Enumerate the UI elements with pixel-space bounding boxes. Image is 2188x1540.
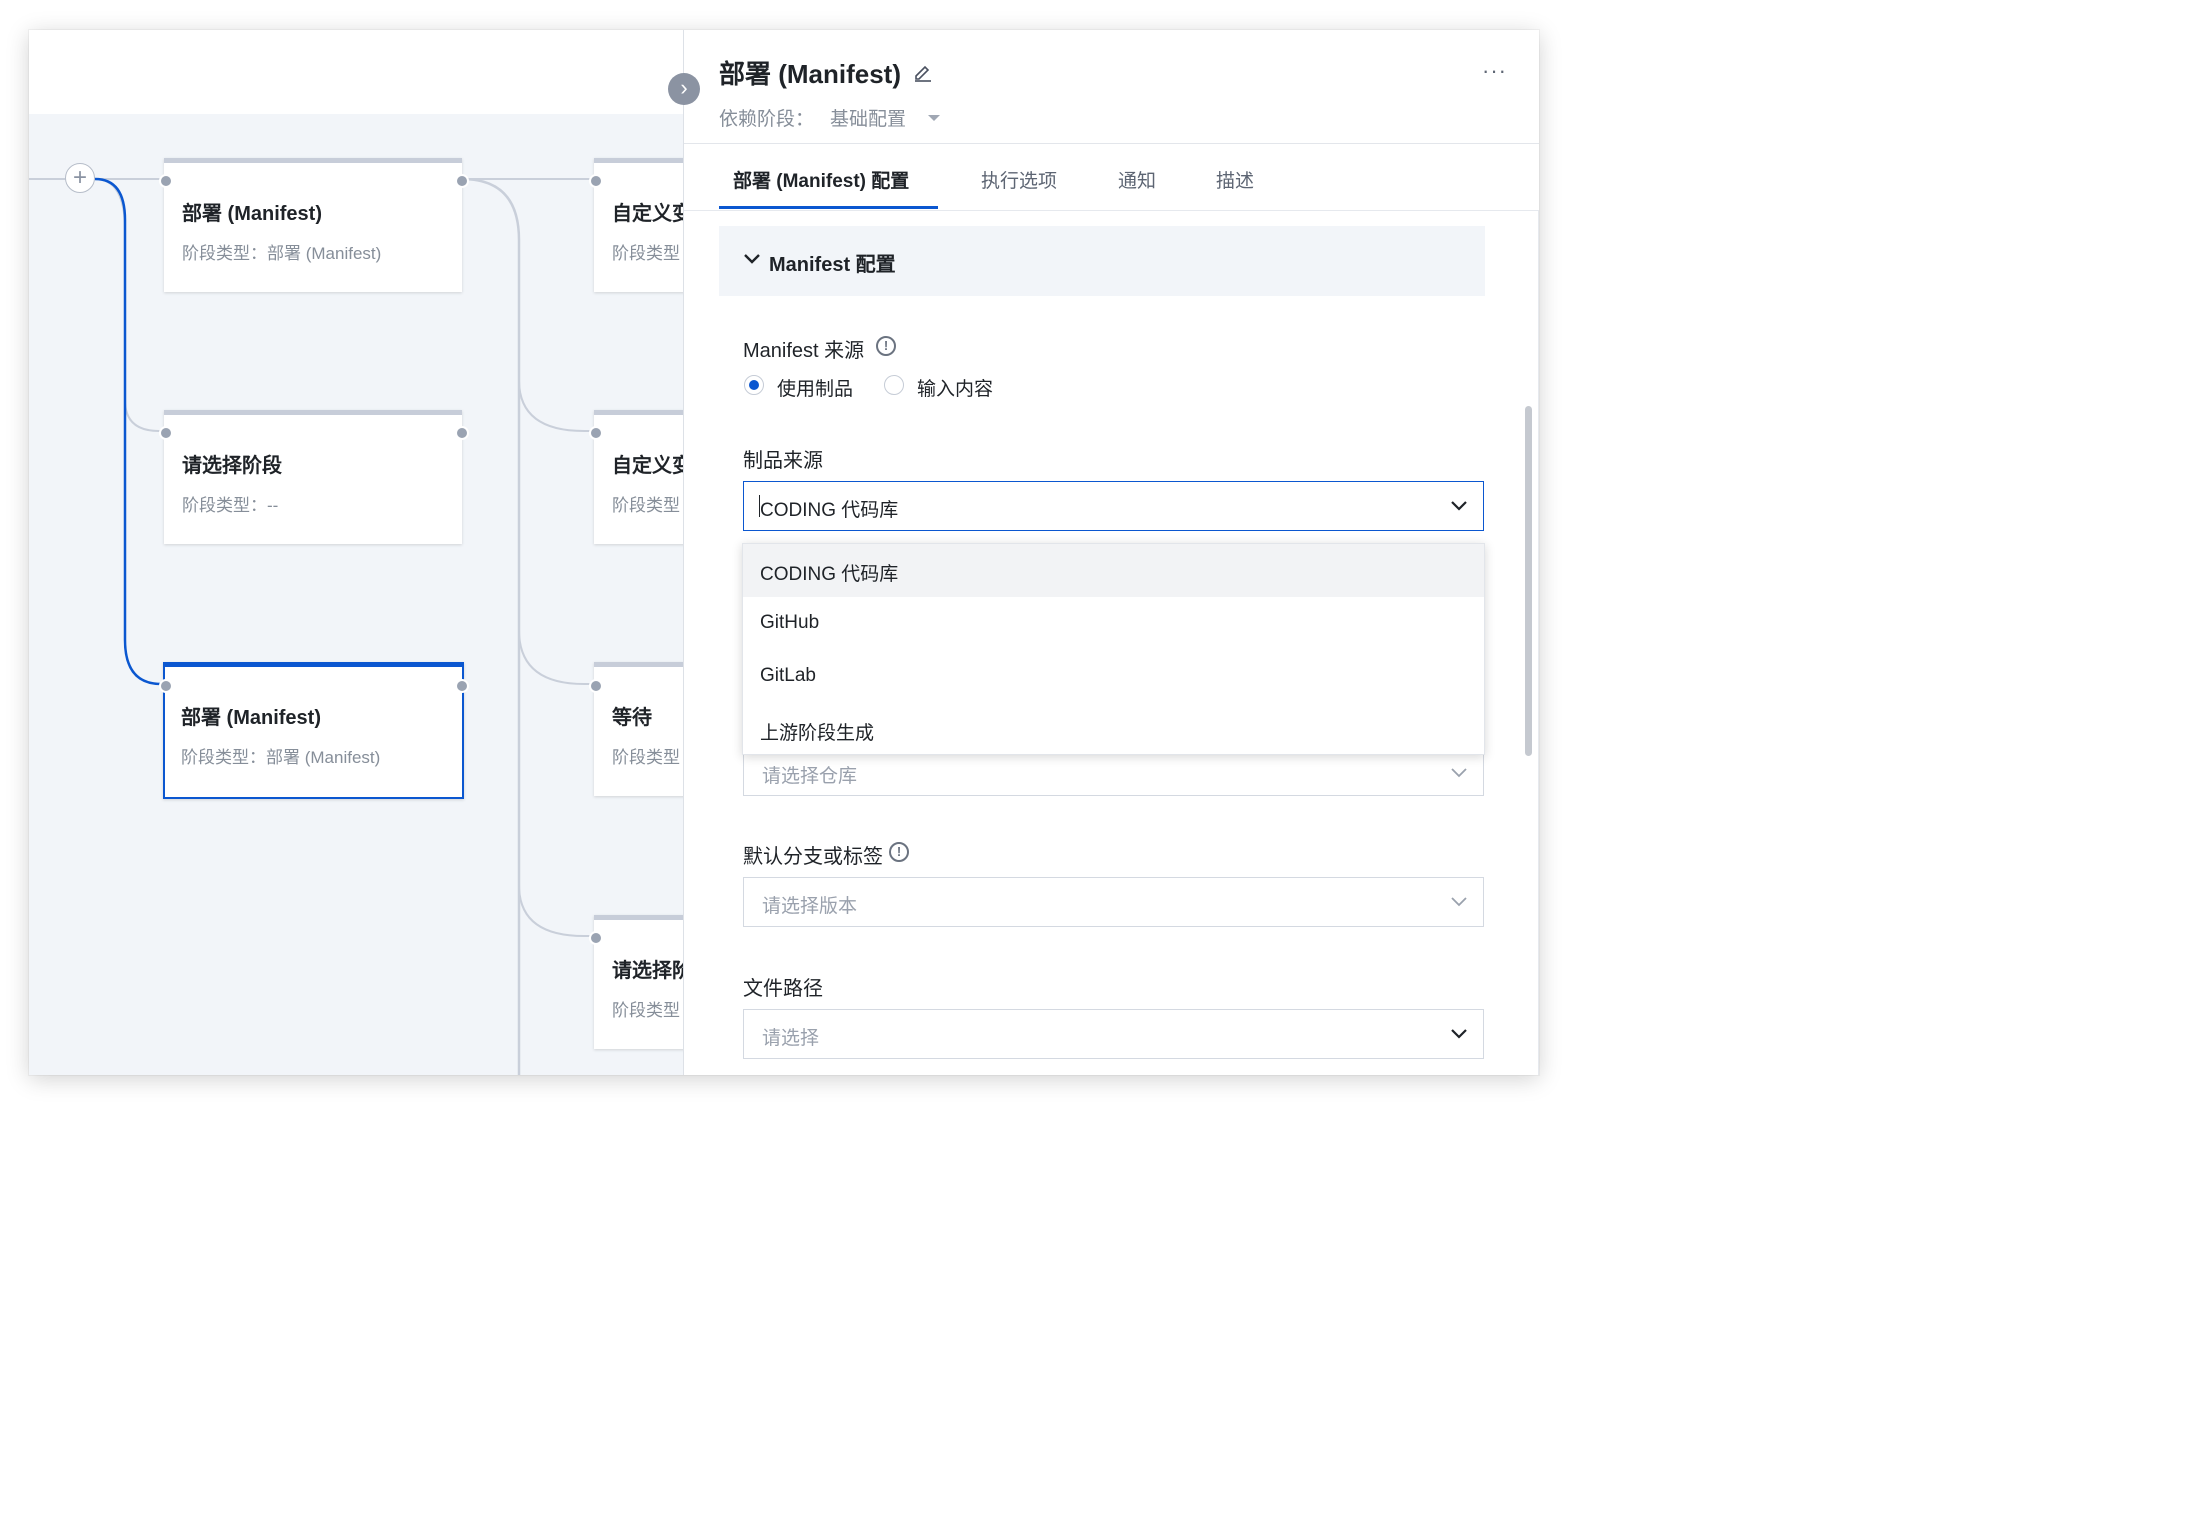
- dropdown-option[interactable]: CODING 代码库: [743, 544, 1484, 597]
- stage-title: 请选择阶: [612, 960, 683, 982]
- stage-type: 阶段类型: [612, 748, 680, 767]
- stage-type: 阶段类型: [612, 496, 680, 515]
- default-branch-label: 默认分支或标签: [743, 846, 883, 868]
- option-label: GitLab: [760, 665, 816, 686]
- stage-card[interactable]: 部署 (Manifest) 阶段类型：部署 (Manifest): [164, 158, 462, 292]
- divider: [684, 143, 1539, 144]
- option-label: 上游阶段生成: [760, 723, 875, 744]
- connector-dot[interactable]: [455, 679, 469, 693]
- manifest-source-label: Manifest 来源: [743, 340, 865, 362]
- file-path-select[interactable]: 请选择: [743, 1009, 1484, 1059]
- select-placeholder: 请选择: [762, 1028, 820, 1049]
- stage-type: 阶段类型：部署 (Manifest): [182, 244, 382, 263]
- chevron-down-icon: [1451, 1029, 1467, 1039]
- tab-manifest-config[interactable]: 部署 (Manifest) 配置: [733, 166, 909, 193]
- divider: [684, 210, 1539, 211]
- more-options-icon[interactable]: ···: [1482, 58, 1507, 84]
- connector-dot[interactable]: [455, 174, 469, 188]
- select-placeholder: 请选择版本: [762, 896, 858, 917]
- info-icon[interactable]: !: [889, 842, 909, 862]
- radio-input-content[interactable]: [884, 375, 904, 395]
- version-select[interactable]: 请选择版本: [743, 877, 1484, 927]
- stage-title: 自定义变: [612, 203, 683, 225]
- stage-title: 部署 (Manifest): [182, 203, 322, 225]
- dropdown-option[interactable]: GitHub: [743, 597, 1484, 650]
- chevron-down-icon: [1451, 897, 1467, 907]
- select-placeholder: 请选择仓库: [762, 766, 858, 787]
- dependency-select[interactable]: 基础配置: [830, 104, 906, 131]
- active-tab-indicator: [719, 206, 938, 209]
- section-header-manifest[interactable]: Manifest 配置: [719, 226, 1485, 296]
- connector-dot[interactable]: [159, 174, 173, 188]
- stage-type: 阶段类型：部署 (Manifest): [181, 748, 381, 767]
- stage-title: 请选择阶段: [182, 455, 282, 477]
- stage-type: 阶段类型: [612, 244, 680, 263]
- section-title: Manifest 配置: [769, 254, 896, 276]
- radio-use-artifact[interactable]: [744, 375, 764, 395]
- collapse-panel-button[interactable]: ›: [668, 73, 700, 105]
- connector-dot[interactable]: [159, 426, 173, 440]
- dependency-label: 依赖阶段：: [719, 109, 815, 130]
- divider: [1538, 210, 1539, 1075]
- scrollbar-thumb[interactable]: [1525, 406, 1532, 756]
- connector-dot[interactable]: [589, 679, 603, 693]
- chevron-down-icon: [744, 254, 760, 264]
- stage-type: 阶段类型：--: [182, 496, 279, 515]
- connector-dot[interactable]: [455, 426, 469, 440]
- stage-title: 等待: [612, 707, 652, 729]
- connector-dot[interactable]: [159, 679, 173, 693]
- stage-card[interactable]: 等待 阶段类型: [594, 662, 683, 796]
- caret-down-icon[interactable]: [928, 115, 940, 121]
- file-path-label: 文件路径: [743, 978, 823, 1000]
- stage-card[interactable]: 请选择阶段 阶段类型：--: [164, 410, 462, 544]
- stage-card[interactable]: 自定义变 阶段类型: [594, 410, 683, 544]
- artifact-source-select[interactable]: CODING 代码库: [743, 481, 1484, 531]
- stage-config-panel: 部署 (Manifest) ··· 依赖阶段： 基础配置 部署 (Manifes…: [683, 30, 1539, 1075]
- plus-icon: +: [72, 164, 87, 191]
- stage-type: 阶段类型: [612, 1001, 680, 1020]
- option-label: CODING 代码库: [760, 564, 899, 585]
- tab-description[interactable]: 描述: [1216, 166, 1254, 193]
- connector-dot[interactable]: [589, 174, 603, 188]
- chevron-down-icon: [1451, 501, 1467, 511]
- artifact-source-dropdown: CODING 代码库 GitHub GitLab 上游阶段生成: [742, 543, 1485, 755]
- dropdown-option[interactable]: GitLab: [743, 650, 1484, 703]
- info-icon[interactable]: !: [876, 336, 896, 356]
- add-stage-button[interactable]: +: [65, 163, 95, 193]
- tab-execution-options[interactable]: 执行选项: [981, 166, 1057, 193]
- panel-title: 部署 (Manifest): [719, 59, 902, 89]
- tab-notifications[interactable]: 通知: [1118, 166, 1156, 193]
- radio-label[interactable]: 输入内容: [917, 374, 993, 401]
- stage-card[interactable]: 自定义变 阶段类型: [594, 158, 683, 292]
- app-window: + 部署 (Manifest) 阶段类型：部署 (Manifest) 请选择阶段…: [29, 30, 1539, 1075]
- edit-pencil-icon[interactable]: [913, 62, 933, 82]
- select-value: CODING 代码库: [760, 500, 899, 521]
- pipeline-canvas: + 部署 (Manifest) 阶段类型：部署 (Manifest) 请选择阶段…: [29, 30, 683, 1075]
- artifact-source-label: 制品来源: [743, 450, 823, 472]
- option-label: GitHub: [760, 612, 820, 633]
- chevron-down-icon: [1451, 768, 1467, 778]
- stage-title: 部署 (Manifest): [181, 707, 321, 729]
- chevron-right-icon: ›: [680, 75, 688, 100]
- stage-title: 自定义变: [612, 455, 683, 477]
- connector-dot[interactable]: [589, 931, 603, 945]
- radio-label[interactable]: 使用制品: [777, 374, 853, 401]
- dropdown-option[interactable]: 上游阶段生成: [743, 703, 1484, 756]
- connector-dot[interactable]: [589, 426, 603, 440]
- stage-card[interactable]: 请选择阶 阶段类型: [594, 915, 683, 1049]
- stage-card-selected[interactable]: 部署 (Manifest) 阶段类型：部署 (Manifest): [163, 662, 464, 799]
